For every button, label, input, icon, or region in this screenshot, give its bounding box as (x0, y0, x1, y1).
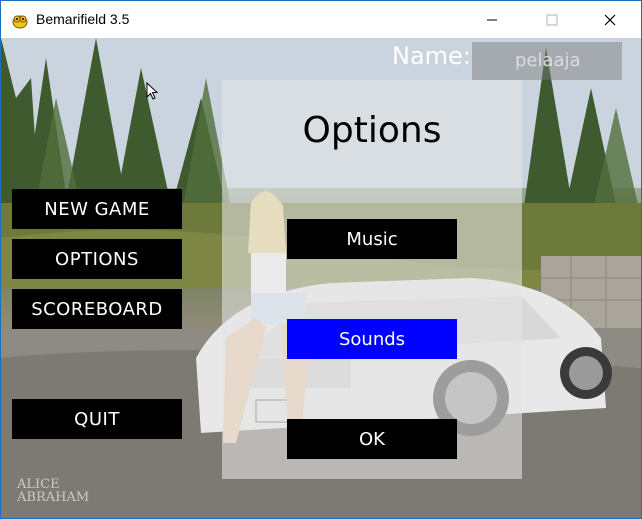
name-label: Name: (392, 42, 471, 70)
scoreboard-button[interactable]: SCOREBOARD (12, 289, 182, 329)
maximize-icon (546, 14, 558, 25)
sounds-button[interactable]: Sounds (287, 319, 457, 359)
minimize-button[interactable] (469, 1, 515, 38)
minimize-icon (487, 19, 497, 20)
new-game-button[interactable]: NEW GAME (12, 189, 182, 229)
watermark-line2: ABRAHAM (17, 490, 90, 505)
close-button[interactable] (587, 1, 633, 38)
game-canvas: Name: pelaaja NEW GAME OPTIONS SCOREBOAR… (1, 38, 641, 518)
quit-button[interactable]: QUIT (12, 399, 182, 439)
title-bar[interactable]: Bemarifield 3.5 (1, 1, 641, 38)
photo-watermark: ALICE ABRAHAM (17, 478, 89, 504)
close-icon (604, 14, 616, 25)
options-button[interactable]: OPTIONS (12, 239, 182, 279)
maximize-button[interactable] (529, 1, 575, 38)
pygame-snake-icon (12, 15, 28, 29)
options-title: Options (302, 110, 442, 151)
mouse-cursor-icon (146, 82, 158, 100)
window-title: Bemarifield 3.5 (36, 11, 130, 27)
music-button[interactable]: Music (287, 219, 457, 259)
player-name-value[interactable]: pelaaja (515, 50, 581, 71)
ok-button[interactable]: OK (287, 419, 457, 459)
options-panel: Options Music Sounds OK (222, 80, 522, 479)
game-window: Bemarifield 3.5 Name: pelaaja NEW GAME O… (0, 0, 642, 519)
